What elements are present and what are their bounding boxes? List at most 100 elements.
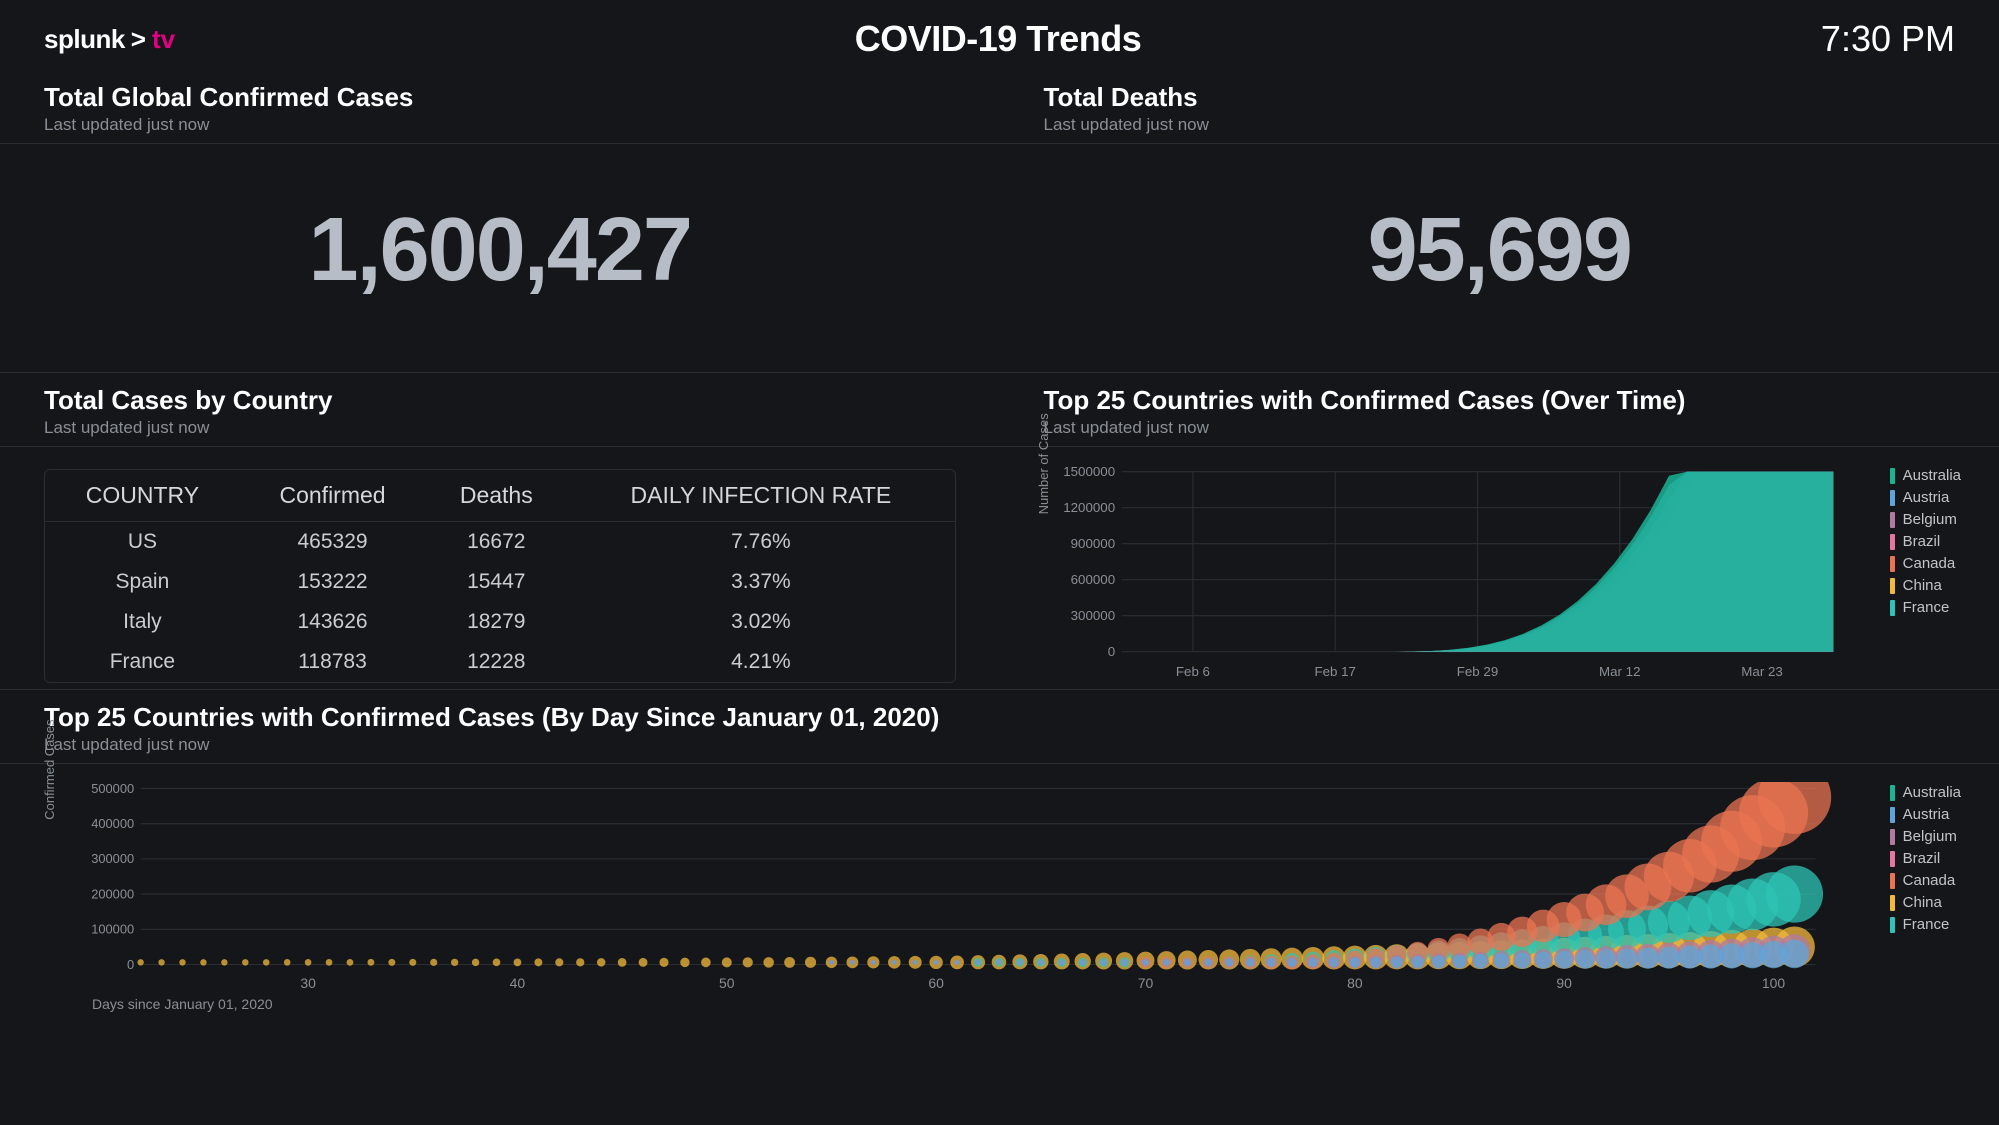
legend-label: France	[1903, 599, 1950, 616]
cell-country: US	[45, 522, 240, 563]
legend-label: France	[1903, 916, 1950, 933]
cell-rate: 4.21%	[567, 642, 954, 682]
legend-swatch	[1890, 829, 1895, 845]
cell-rate: 3.37%	[567, 562, 954, 602]
table-row[interactable]: US465329166727.76%	[45, 522, 955, 563]
legend-swatch	[1890, 578, 1895, 594]
panel-title: Total Global Confirmed Cases	[44, 82, 956, 113]
country-table: COUNTRY Confirmed Deaths DAILY INFECTION…	[44, 469, 956, 683]
page-title: COVID-19 Trends	[855, 18, 1142, 60]
stat-confirmed: 1,600,427	[0, 144, 1000, 372]
cell-deaths: 16672	[425, 522, 567, 563]
brand-suffix: tv	[152, 24, 175, 55]
panel-updated: Last updated just now	[1044, 418, 1956, 438]
legend-label: Canada	[1903, 555, 1956, 572]
brand-gt: >	[131, 24, 146, 55]
panel-title: Top 25 Countries with Confirmed Cases (O…	[1044, 385, 1956, 416]
svg-text:40: 40	[510, 975, 526, 991]
panel-header-over-time: Top 25 Countries with Confirmed Cases (O…	[1000, 373, 1999, 446]
legend-item[interactable]: Belgium	[1890, 828, 1961, 845]
svg-text:500000: 500000	[91, 782, 134, 796]
legend-swatch	[1890, 556, 1895, 572]
cell-country: France	[45, 642, 240, 682]
cell-deaths: 12228	[425, 642, 567, 682]
brand-name: splunk	[44, 24, 125, 55]
legend-swatch	[1890, 468, 1895, 484]
legend-item[interactable]: Austria	[1890, 806, 1961, 823]
legend-label: China	[1903, 894, 1942, 911]
legend-item[interactable]: Australia	[1890, 784, 1961, 801]
svg-text:Mar 23: Mar 23	[1741, 664, 1782, 679]
svg-text:100000: 100000	[91, 922, 134, 937]
legend-swatch	[1890, 600, 1895, 616]
legend-swatch	[1890, 490, 1895, 506]
svg-text:80: 80	[1347, 975, 1363, 991]
legend-item[interactable]: Brazil	[1890, 850, 1961, 867]
legend-swatch	[1890, 534, 1895, 550]
table-row[interactable]: Italy143626182793.02%	[45, 602, 955, 642]
stat-deaths: 95,699	[1000, 144, 1999, 372]
legend-swatch	[1890, 895, 1895, 911]
legend-label: Canada	[1903, 872, 1956, 889]
table-header-row: COUNTRY Confirmed Deaths DAILY INFECTION…	[45, 470, 955, 522]
cell-confirmed: 465329	[240, 522, 425, 563]
col-country[interactable]: COUNTRY	[45, 470, 240, 522]
legend-label: Brazil	[1903, 850, 1941, 867]
clock: 7:30 PM	[1821, 18, 1955, 60]
app-header: splunk> tv COVID-19 Trends 7:30 PM	[0, 0, 1999, 70]
cell-confirmed: 153222	[240, 562, 425, 602]
legend-item[interactable]: Austria	[1890, 489, 1961, 506]
svg-text:900000: 900000	[1070, 536, 1114, 551]
legend-item[interactable]: France	[1890, 599, 1961, 616]
bubble-chart[interactable]: Confirmed Cases 010000020000030000040000…	[44, 782, 1955, 992]
svg-text:90: 90	[1556, 975, 1572, 991]
cell-deaths: 18279	[425, 602, 567, 642]
legend-label: China	[1903, 577, 1942, 594]
svg-text:70: 70	[1138, 975, 1154, 991]
legend-label: Austria	[1903, 489, 1950, 506]
panel-title: Top 25 Countries with Confirmed Cases (B…	[44, 702, 1955, 733]
brand-logo: splunk> tv	[44, 24, 175, 55]
cell-country: Spain	[45, 562, 240, 602]
legend-item[interactable]: Brazil	[1890, 533, 1961, 550]
area-chart[interactable]: Number of Cases 030000060000090000012000…	[1044, 465, 1956, 665]
col-rate[interactable]: DAILY INFECTION RATE	[567, 470, 954, 522]
panel-updated: Last updated just now	[44, 735, 1955, 755]
table-row[interactable]: Spain153222154473.37%	[45, 562, 955, 602]
svg-text:1500000: 1500000	[1063, 465, 1115, 479]
legend-label: Australia	[1903, 784, 1961, 801]
legend-swatch	[1890, 807, 1895, 823]
legend-item[interactable]: Canada	[1890, 872, 1961, 889]
legend-label: Brazil	[1903, 533, 1941, 550]
legend-label: Austria	[1903, 806, 1950, 823]
legend-swatch	[1890, 785, 1895, 801]
legend-item[interactable]: China	[1890, 894, 1961, 911]
col-deaths[interactable]: Deaths	[425, 470, 567, 522]
svg-text:0: 0	[1107, 644, 1114, 659]
svg-text:Feb 17: Feb 17	[1314, 664, 1355, 679]
svg-text:600000: 600000	[1070, 572, 1114, 587]
svg-text:30: 30	[300, 975, 316, 991]
svg-text:300000: 300000	[91, 851, 134, 866]
svg-text:200000: 200000	[91, 886, 134, 901]
svg-text:100: 100	[1762, 975, 1786, 991]
panel-title: Total Cases by Country	[44, 385, 956, 416]
svg-text:0: 0	[127, 957, 134, 972]
legend-item[interactable]: Belgium	[1890, 511, 1961, 528]
table-row[interactable]: France118783122284.21%	[45, 642, 955, 682]
legend-item[interactable]: Australia	[1890, 467, 1961, 484]
legend-swatch	[1890, 873, 1895, 889]
legend-item[interactable]: Canada	[1890, 555, 1961, 572]
legend-item[interactable]: China	[1890, 577, 1961, 594]
col-confirmed[interactable]: Confirmed	[240, 470, 425, 522]
svg-text:50: 50	[719, 975, 735, 991]
legend-swatch	[1890, 917, 1895, 933]
svg-text:400000: 400000	[91, 816, 134, 831]
panel-title: Total Deaths	[1044, 82, 1956, 113]
cell-rate: 7.76%	[567, 522, 954, 563]
x-axis-caption: Days since January 01, 2020	[92, 996, 1999, 1012]
panel-updated: Last updated just now	[44, 115, 956, 135]
panel-header-confirmed: Total Global Confirmed Cases Last update…	[0, 70, 1000, 143]
cell-deaths: 15447	[425, 562, 567, 602]
legend-item[interactable]: France	[1890, 916, 1961, 933]
